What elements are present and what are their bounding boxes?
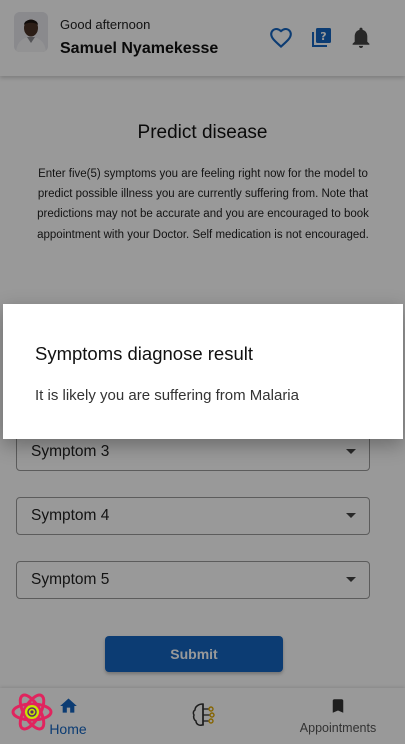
dialog-title: Symptoms diagnose result	[35, 343, 253, 364]
diagnose-result-dialog[interactable]: Symptoms diagnose result It is likely yo…	[3, 304, 403, 439]
dialog-message: It is likely you are suffering from Mala…	[35, 387, 299, 404]
app-logo-icon[interactable]	[10, 690, 54, 734]
